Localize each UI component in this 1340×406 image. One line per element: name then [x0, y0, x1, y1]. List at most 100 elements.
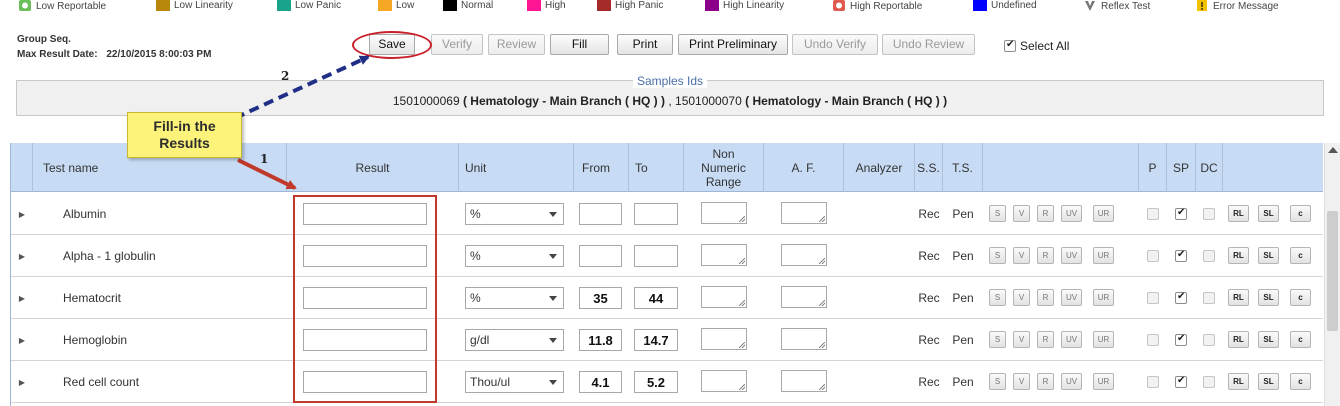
row-ur-button[interactable]: UR: [1093, 205, 1114, 222]
row-expand-icon[interactable]: ▶: [11, 277, 33, 319]
sp-checkbox[interactable]: [1175, 249, 1187, 262]
undo-review-button[interactable]: Undo Review: [882, 34, 975, 55]
row-uv-button[interactable]: UV: [1061, 331, 1082, 348]
af-textarea[interactable]: [781, 286, 827, 308]
p-checkbox[interactable]: [1147, 250, 1159, 262]
header-non-numeric-range[interactable]: Non Numeric Range: [684, 143, 764, 192]
af-textarea[interactable]: [781, 244, 827, 266]
p-checkbox[interactable]: [1147, 292, 1159, 304]
row-ur-button[interactable]: UR: [1093, 331, 1114, 348]
header-ss[interactable]: S.S.: [915, 143, 943, 192]
row-s-button[interactable]: S: [989, 331, 1006, 348]
grid-vertical-scrollbar[interactable]: [1324, 143, 1340, 406]
range-from-input[interactable]: [579, 245, 622, 267]
header-p[interactable]: P: [1139, 143, 1167, 192]
result-input[interactable]: [303, 203, 427, 225]
header-ts[interactable]: T.S.: [943, 143, 983, 192]
row-v-button[interactable]: V: [1013, 247, 1030, 264]
row-rl-button[interactable]: RL: [1228, 289, 1249, 306]
non-numeric-range-textarea[interactable]: [701, 370, 747, 392]
row-sl-button[interactable]: SL: [1258, 205, 1279, 222]
row-ur-button[interactable]: UR: [1093, 247, 1114, 264]
row-r-button[interactable]: R: [1037, 289, 1054, 306]
af-textarea[interactable]: [781, 370, 827, 392]
row-uv-button[interactable]: UV: [1061, 373, 1082, 390]
review-button[interactable]: Review: [488, 34, 545, 55]
row-uv-button[interactable]: UV: [1061, 247, 1082, 264]
non-numeric-range-textarea[interactable]: [701, 328, 747, 350]
select-all-checkbox[interactable]: [1004, 39, 1016, 52]
print-preliminary-button[interactable]: Print Preliminary: [678, 34, 788, 55]
row-v-button[interactable]: V: [1013, 331, 1030, 348]
row-v-button[interactable]: V: [1013, 373, 1030, 390]
header-sp[interactable]: SP: [1167, 143, 1196, 192]
row-uv-button[interactable]: UV: [1061, 205, 1082, 222]
header-analyzer[interactable]: Analyzer: [844, 143, 915, 192]
p-checkbox[interactable]: [1147, 334, 1159, 346]
unit-select[interactable]: %: [465, 287, 564, 309]
row-rl-button[interactable]: RL: [1228, 373, 1249, 390]
dc-checkbox[interactable]: [1203, 334, 1215, 346]
row-sl-button[interactable]: SL: [1258, 289, 1279, 306]
row-r-button[interactable]: R: [1037, 331, 1054, 348]
print-button[interactable]: Print: [617, 34, 673, 55]
sp-checkbox[interactable]: [1175, 291, 1187, 304]
row-expand-icon[interactable]: ▶: [11, 193, 33, 235]
row-c-button[interactable]: c: [1290, 247, 1311, 264]
scroll-up-icon[interactable]: [1328, 147, 1338, 153]
row-v-button[interactable]: V: [1013, 205, 1030, 222]
row-rl-button[interactable]: RL: [1228, 205, 1249, 222]
row-s-button[interactable]: S: [989, 205, 1006, 222]
verify-button[interactable]: Verify: [431, 34, 483, 55]
row-c-button[interactable]: c: [1290, 373, 1311, 390]
row-v-button[interactable]: V: [1013, 289, 1030, 306]
dc-checkbox[interactable]: [1203, 208, 1215, 220]
fill-button[interactable]: Fill: [550, 34, 609, 55]
header-dc[interactable]: DC: [1196, 143, 1223, 192]
row-c-button[interactable]: c: [1290, 289, 1311, 306]
range-to-input[interactable]: 14.7: [634, 329, 678, 351]
row-s-button[interactable]: S: [989, 373, 1006, 390]
row-sl-button[interactable]: SL: [1258, 373, 1279, 390]
row-s-button[interactable]: S: [989, 289, 1006, 306]
row-sl-button[interactable]: SL: [1258, 247, 1279, 264]
row-c-button[interactable]: c: [1290, 331, 1311, 348]
dc-checkbox[interactable]: [1203, 292, 1215, 304]
range-to-input[interactable]: [634, 203, 678, 225]
sp-checkbox[interactable]: [1175, 375, 1187, 388]
range-from-input[interactable]: 35: [579, 287, 622, 309]
row-r-button[interactable]: R: [1037, 247, 1054, 264]
row-sl-button[interactable]: SL: [1258, 331, 1279, 348]
header-to[interactable]: To: [629, 143, 684, 192]
af-textarea[interactable]: [781, 202, 827, 224]
range-from-input[interactable]: 11.8: [579, 329, 622, 351]
non-numeric-range-textarea[interactable]: [701, 244, 747, 266]
row-rl-button[interactable]: RL: [1228, 331, 1249, 348]
unit-select[interactable]: Thou/ul: [465, 371, 564, 393]
unit-select[interactable]: g/dl: [465, 329, 564, 351]
row-uv-button[interactable]: UV: [1061, 289, 1082, 306]
header-af[interactable]: A. F.: [764, 143, 844, 192]
row-s-button[interactable]: S: [989, 247, 1006, 264]
dc-checkbox[interactable]: [1203, 250, 1215, 262]
result-input[interactable]: [303, 371, 427, 393]
row-ur-button[interactable]: UR: [1093, 373, 1114, 390]
save-button[interactable]: Save: [369, 34, 415, 55]
non-numeric-range-textarea[interactable]: [701, 202, 747, 224]
sp-checkbox[interactable]: [1175, 207, 1187, 220]
p-checkbox[interactable]: [1147, 376, 1159, 388]
result-input[interactable]: [303, 329, 427, 351]
row-ur-button[interactable]: UR: [1093, 289, 1114, 306]
unit-select[interactable]: %: [465, 203, 564, 225]
range-to-input[interactable]: 5.2: [634, 371, 678, 393]
row-expand-icon[interactable]: ▶: [11, 361, 33, 403]
row-r-button[interactable]: R: [1037, 373, 1054, 390]
row-expand-icon[interactable]: ▶: [11, 235, 33, 277]
header-from[interactable]: From: [574, 143, 629, 192]
row-r-button[interactable]: R: [1037, 205, 1054, 222]
result-input[interactable]: [303, 287, 427, 309]
non-numeric-range-textarea[interactable]: [701, 286, 747, 308]
range-to-input[interactable]: [634, 245, 678, 267]
range-from-input[interactable]: [579, 203, 622, 225]
row-rl-button[interactable]: RL: [1228, 247, 1249, 264]
